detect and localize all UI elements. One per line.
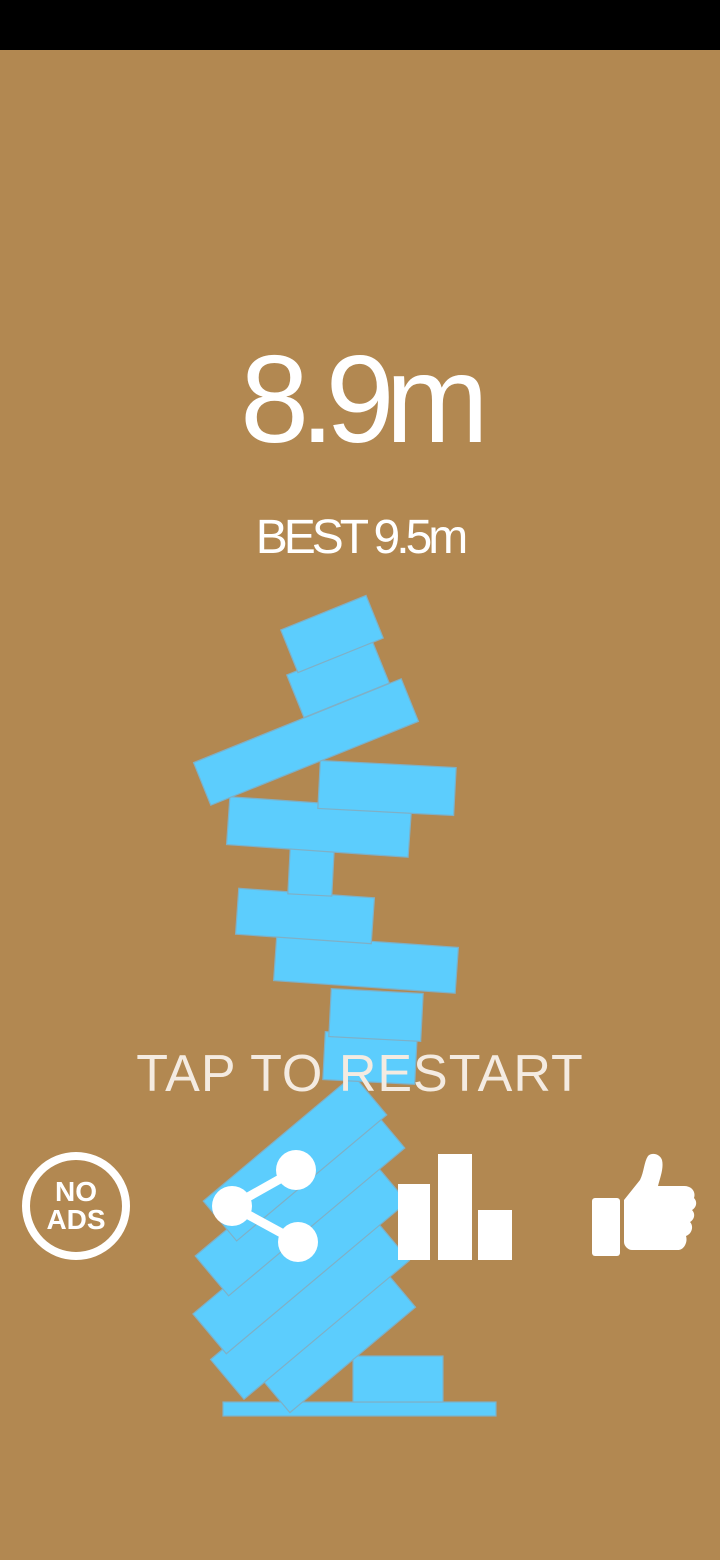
current-score: 8.9m: [240, 331, 489, 469]
no-ads-button[interactable]: NO ADS: [20, 1150, 132, 1262]
leaderboard-button[interactable]: [396, 1152, 514, 1262]
tower-base: [222, 1401, 497, 1417]
no-ads-label-line1: NO: [55, 1176, 97, 1207]
tower-block: [317, 759, 457, 817]
tap-to-restart-prompt[interactable]: TAP TO RESTART: [0, 1048, 720, 1100]
bar-chart-icon: [398, 1154, 512, 1260]
tower-block: [352, 1355, 444, 1403]
tower-block: [328, 987, 424, 1043]
share-button[interactable]: [206, 1148, 322, 1264]
thumbs-up-icon: [592, 1153, 697, 1256]
best-score: BEST 9.5m: [255, 511, 469, 564]
tower-block: [287, 847, 335, 897]
like-button[interactable]: [588, 1150, 700, 1262]
block-tower: [192, 594, 497, 1417]
tower-block: [234, 887, 376, 945]
no-ads-icon: NO ADS: [22, 1152, 130, 1260]
no-ads-label-line2: ADS: [46, 1204, 105, 1235]
share-icon: [212, 1150, 318, 1262]
